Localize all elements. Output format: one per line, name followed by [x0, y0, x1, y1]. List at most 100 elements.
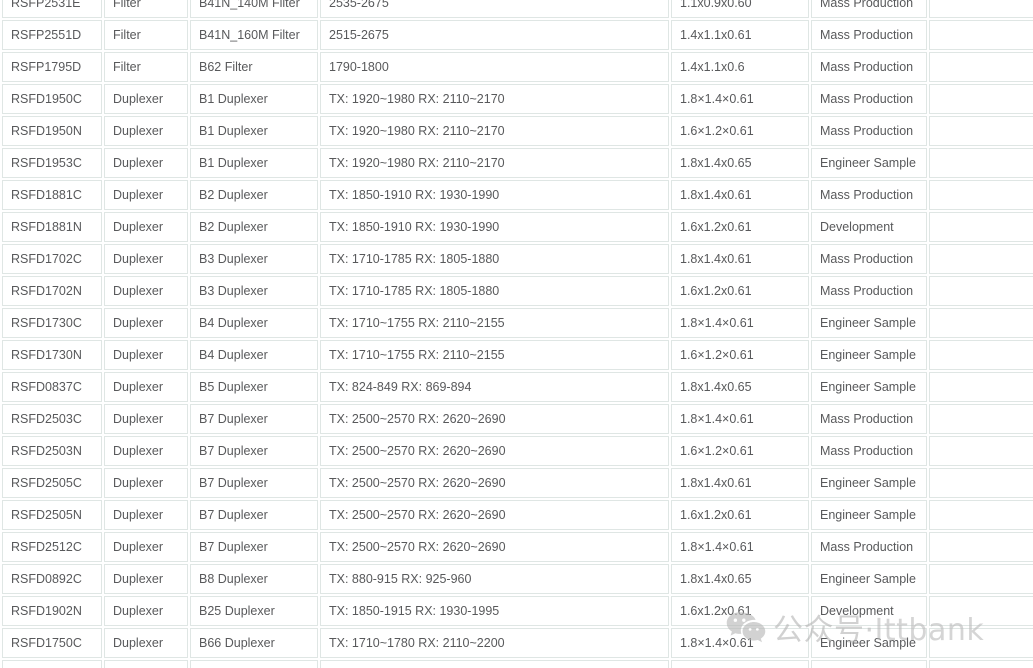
cell-package-size: 1.8x1.4x0.65 — [671, 148, 809, 178]
cell-status: Engineer Sample — [811, 148, 927, 178]
cell-frequency-range: TX: 824-849 RX: 869-894 — [320, 372, 669, 402]
cell-part-number: RSFD1750C — [2, 628, 102, 658]
cell-status: Mass Production — [811, 404, 927, 434]
cell-category: Duplexer — [104, 148, 188, 178]
cell-category: Quadplexer — [104, 660, 188, 668]
cell-band-description: B2 Duplexer — [190, 180, 318, 210]
cell-notes — [929, 20, 1033, 50]
cell-band-description: B2 Duplexer — [190, 212, 318, 242]
cell-package-size: 1.8×1.4×0.61 — [671, 532, 809, 562]
cell-frequency-range: TX: 1710-1785 RX: 1805-1880 — [320, 244, 669, 274]
table-row: RSFD2503C Duplexer B7 Duplexer TX: 2500~257… — [2, 404, 1033, 434]
cell-frequency-range: TX:1920~1980; RX:2110~2170 TX:1710-1785;… — [320, 660, 669, 668]
cell-notes — [929, 276, 1033, 306]
cell-package-size: 1.1x0.9x0.60 — [671, 0, 809, 18]
cell-part-number: RSFD0892C — [2, 564, 102, 594]
cell-category: Duplexer — [104, 116, 188, 146]
cell-category: Filter — [104, 0, 188, 18]
cell-category: Duplexer — [104, 596, 188, 626]
table-row: RSFD0837C Duplexer B5 Duplexer TX: 824-849 … — [2, 372, 1033, 402]
cell-package-size: 1.6x1.2x0.61 — [671, 596, 809, 626]
cell-category: Duplexer — [104, 276, 188, 306]
cell-package-size: 1.8x1.4x0.61 — [671, 244, 809, 274]
cell-band-description: B25 Duplexer — [190, 596, 318, 626]
cell-status: Mass Production — [811, 84, 927, 114]
cell-notes — [929, 116, 1033, 146]
cell-band-description: B5 Duplexer — [190, 372, 318, 402]
cell-band-description: B1+3 Quadplexer — [190, 660, 318, 668]
cell-part-number: RSFP2551D — [2, 20, 102, 50]
cell-status: Engineer Sample — [811, 468, 927, 498]
cell-category: Duplexer — [104, 340, 188, 370]
cell-notes — [929, 468, 1033, 498]
cell-category: Duplexer — [104, 180, 188, 210]
cell-category: Duplexer — [104, 532, 188, 562]
cell-frequency-range: TX: 1920~1980 RX: 2110~2170 — [320, 84, 669, 114]
cell-package-size: 1.8x1.4x0.65 — [671, 564, 809, 594]
cell-notes — [929, 532, 1033, 562]
cell-band-description: B41N_160M Filter — [190, 20, 318, 50]
cell-package-size: 1.4x1.1x0.6 — [671, 52, 809, 82]
cell-frequency-range: TX: 1850-1915 RX: 1930-1995 — [320, 596, 669, 626]
cell-status: Engineer Sample — [811, 628, 927, 658]
cell-category: Duplexer — [104, 564, 188, 594]
cell-part-number: RSFD1950C — [2, 84, 102, 114]
cell-band-description: B3 Duplexer — [190, 276, 318, 306]
table-row: RSFD1950N Duplexer B1 Duplexer TX: 1920~198… — [2, 116, 1033, 146]
table-row: RSFD2505C Duplexer B7 Duplexer TX: 2500~257… — [2, 468, 1033, 498]
table-row: RSFP1795D Filter B62 Filter 1790-1800 1.4x1.… — [2, 52, 1033, 82]
cell-package-size: 1.8×1.4×0.61 — [671, 308, 809, 338]
cell-package-size: 1.8x1.4x0.61 — [671, 468, 809, 498]
screenshot-root: RSFP2531E Filter B41N_140M Filter 2535-2675… — [0, 0, 1033, 668]
cell-notes — [929, 52, 1033, 82]
cell-category: Filter — [104, 52, 188, 82]
cell-status: Mass Production — [811, 532, 927, 562]
table-row: RSFD0892C Duplexer B8 Duplexer TX: 880-915 … — [2, 564, 1033, 594]
table-row: RSFD1881C Duplexer B2 Duplexer TX: 1850-191… — [2, 180, 1033, 210]
cell-band-description: B7 Duplexer — [190, 500, 318, 530]
cell-category: Duplexer — [104, 404, 188, 434]
cell-category: Duplexer — [104, 212, 188, 242]
cell-notes — [929, 180, 1033, 210]
cell-package-size: 1.8x1.4x0.61 — [671, 180, 809, 210]
cell-category: Duplexer — [104, 500, 188, 530]
cell-category: Duplexer — [104, 628, 188, 658]
cell-package-size: 1.8×1.4×0.61 — [671, 84, 809, 114]
cell-part-number: RSFD1702C — [2, 244, 102, 274]
cell-category: Duplexer — [104, 468, 188, 498]
cell-notes — [929, 660, 1033, 668]
table-row: RSFD1953C Duplexer B1 Duplexer TX: 1920~198… — [2, 148, 1033, 178]
cell-package-size: 1.6×1.2×0.61 — [671, 436, 809, 466]
cell-package-size: 1.6×1.2×0.61 — [671, 116, 809, 146]
cell-notes — [929, 596, 1033, 626]
cell-category: Duplexer — [104, 84, 188, 114]
cell-part-number: RSFM1801A — [2, 660, 102, 668]
cell-frequency-range: TX: 1850-1910 RX: 1930-1990 — [320, 180, 669, 210]
cell-frequency-range: TX: 2500~2570 RX: 2620~2690 — [320, 468, 669, 498]
cell-status: Engineer Sample — [811, 500, 927, 530]
cell-band-description: B7 Duplexer — [190, 468, 318, 498]
cell-frequency-range: TX: 1920~1980 RX: 2110~2170 — [320, 148, 669, 178]
cell-part-number: RSFD1702N — [2, 276, 102, 306]
cell-frequency-range: TX: 1850-1910 RX: 1930-1990 — [320, 212, 669, 242]
cell-category: Filter — [104, 20, 188, 50]
cell-category: Duplexer — [104, 436, 188, 466]
cell-notes — [929, 372, 1033, 402]
cell-status: Engineer Sample — [811, 564, 927, 594]
cell-status: Mass Production — [811, 276, 927, 306]
cell-frequency-range: 2535-2675 — [320, 0, 669, 18]
cell-part-number: RSFD2512C — [2, 532, 102, 562]
cell-band-description: B7 Duplexer — [190, 436, 318, 466]
cell-category: Duplexer — [104, 372, 188, 402]
cell-status: Mass Production — [811, 0, 927, 18]
cell-frequency-range: TX: 2500~2570 RX: 2620~2690 — [320, 500, 669, 530]
cell-notes — [929, 564, 1033, 594]
cell-package-size: 1.6x1.2x0.61 — [671, 212, 809, 242]
cell-status: Mass Production — [811, 436, 927, 466]
cell-part-number: RSFD1881N — [2, 212, 102, 242]
cell-part-number: RSFD1902N — [2, 596, 102, 626]
cell-notes — [929, 84, 1033, 114]
cell-status: Mass Production — [811, 660, 927, 668]
table-row: RSFD1702C Duplexer B3 Duplexer TX: 1710-178… — [2, 244, 1033, 274]
cell-package-size: 1.6x1.2x0.61 — [671, 276, 809, 306]
